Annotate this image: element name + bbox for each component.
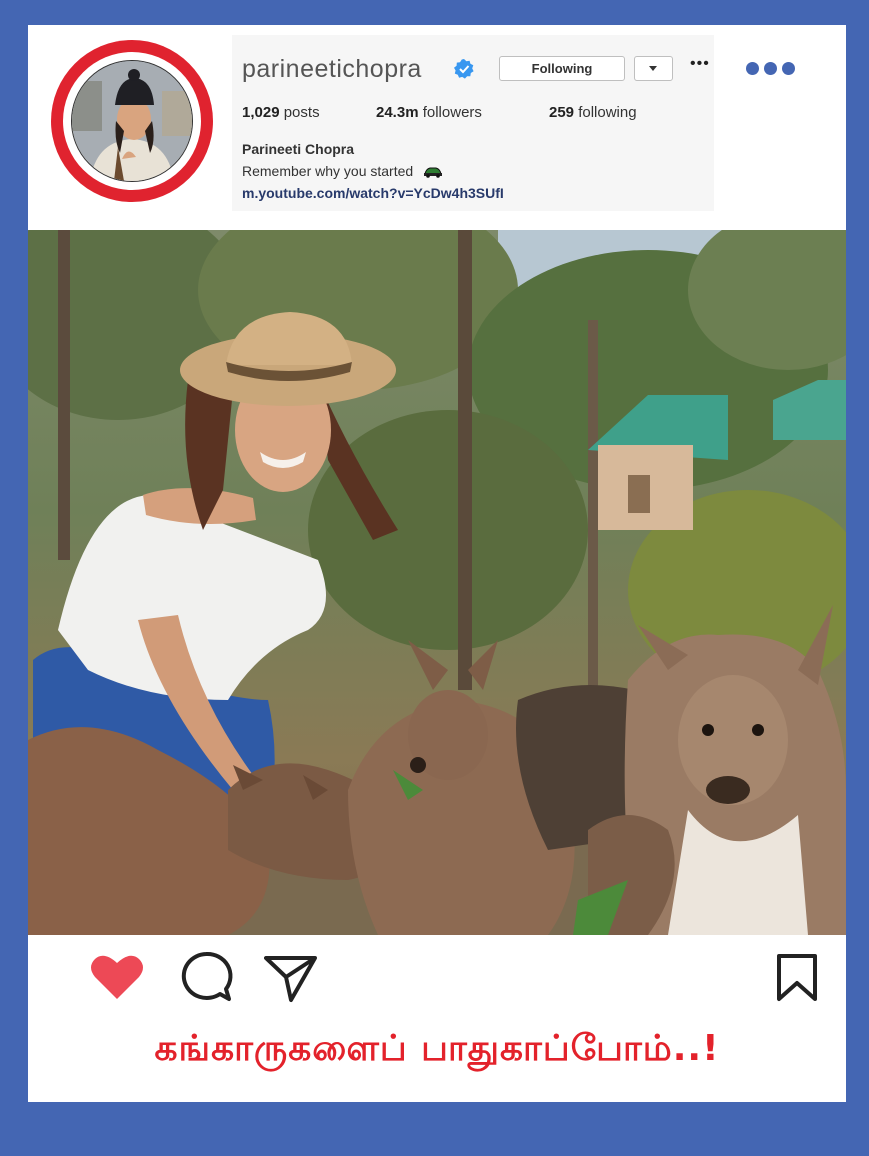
- post-photo-illustration: [28, 230, 846, 935]
- username[interactable]: parineetichopra: [242, 55, 422, 84]
- verified-badge-icon: [454, 59, 474, 79]
- followers-stat[interactable]: 24.3m followers: [376, 104, 482, 121]
- following-count: 259: [549, 104, 575, 121]
- suggestions-dropdown-button[interactable]: [634, 56, 673, 81]
- send-icon[interactable]: [264, 955, 318, 1003]
- full-name: Parineeti Chopra: [242, 141, 355, 157]
- posts-stat: 1,029 posts: [242, 104, 320, 121]
- profile-link[interactable]: m.youtube.com/watch?v=YcDw4h3SUfI: [242, 185, 504, 201]
- following-label: following: [578, 104, 637, 121]
- bio: Remember why you started: [242, 163, 443, 179]
- followers-count: 24.3m: [376, 104, 419, 121]
- followers-label: followers: [422, 104, 482, 121]
- avatar-frame: [63, 52, 201, 190]
- instagram-post-card: parineetichopra Following ••• 1,029 post…: [28, 25, 846, 1102]
- options-icon[interactable]: •••: [690, 55, 710, 73]
- avatar-photo: [72, 61, 192, 181]
- bookmark-icon[interactable]: [775, 953, 819, 1003]
- car-emoji-icon: [424, 167, 443, 179]
- story-ring[interactable]: [51, 40, 213, 202]
- following-stat[interactable]: 259 following: [549, 104, 637, 121]
- posts-label: posts: [283, 104, 320, 121]
- following-button[interactable]: Following: [499, 56, 625, 81]
- post-photo[interactable]: [28, 230, 846, 935]
- comment-icon[interactable]: [179, 951, 233, 1003]
- posts-count: 1,029: [242, 104, 280, 121]
- bio-text: Remember why you started: [242, 163, 414, 179]
- heart-icon[interactable]: [90, 953, 144, 1001]
- post-caption: கங்காருகளைப் பாதுகாப்போம்..!: [154, 1028, 720, 1069]
- profile-header: parineetichopra Following ••• 1,029 post…: [232, 35, 714, 211]
- more-dots-icon[interactable]: [746, 62, 802, 78]
- avatar[interactable]: [71, 60, 193, 182]
